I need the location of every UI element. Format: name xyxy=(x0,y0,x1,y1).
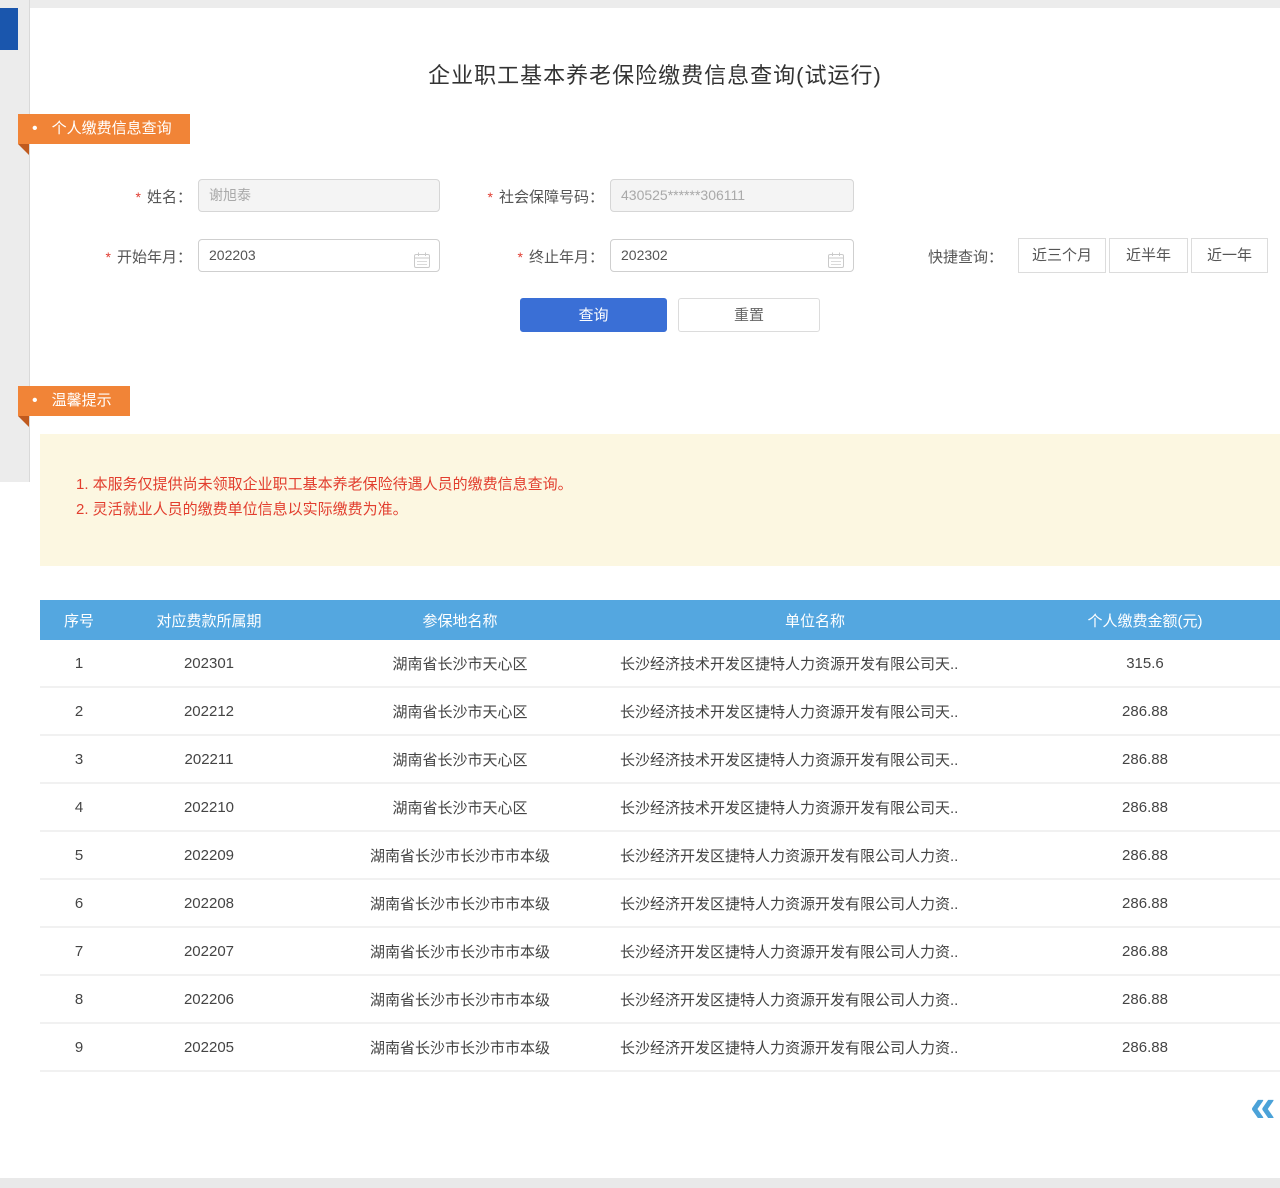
cell-area: 湖南省长沙市长沙市市本级 xyxy=(300,832,620,878)
start-month-label: *开始年月： xyxy=(60,246,192,267)
cell-area: 湖南省长沙市长沙市市本级 xyxy=(300,1024,620,1070)
cell-amount: 286.88 xyxy=(1010,832,1280,878)
cell-amount: 286.88 xyxy=(1010,736,1280,782)
cell-unit: 长沙经济开发区捷特人力资源开发有限公司人力资.. xyxy=(620,880,1010,926)
name-label: *姓名： xyxy=(60,186,192,207)
cell-area: 湖南省长沙市天心区 xyxy=(300,736,620,782)
table-header-row: 序号 对应费款所属期 参保地名称 单位名称 个人缴费金额(元) xyxy=(40,600,1280,640)
tip-line-1: 1. 本服务仅提供尚未领取企业职工基本养老保险待遇人员的缴费信息查询。 xyxy=(76,472,1260,497)
bullet-icon: • xyxy=(32,120,38,137)
cell-area: 湖南省长沙市长沙市市本级 xyxy=(300,976,620,1022)
table-row: 6 202208 湖南省长沙市长沙市市本级 长沙经济开发区捷特人力资源开发有限公… xyxy=(40,880,1280,928)
cell-amount: 286.88 xyxy=(1010,976,1280,1022)
table-row: 9 202205 湖南省长沙市长沙市市本级 长沙经济开发区捷特人力资源开发有限公… xyxy=(40,1024,1280,1072)
cell-unit: 长沙经济开发区捷特人力资源开发有限公司人力资.. xyxy=(620,976,1010,1022)
cell-period: 202207 xyxy=(118,928,300,974)
cell-amount: 286.88 xyxy=(1010,880,1280,926)
bottom-strip xyxy=(0,1178,1280,1188)
tips-box: 1. 本服务仅提供尚未领取企业职工基本养老保险待遇人员的缴费信息查询。 2. 灵… xyxy=(40,434,1280,566)
cell-area: 湖南省长沙市长沙市市本级 xyxy=(300,880,620,926)
cell-unit: 长沙经济技术开发区捷特人力资源开发有限公司天.. xyxy=(620,688,1010,734)
table-row: 5 202209 湖南省长沙市长沙市市本级 长沙经济开发区捷特人力资源开发有限公… xyxy=(40,832,1280,880)
header-period: 对应费款所属期 xyxy=(118,600,300,640)
cell-seq: 9 xyxy=(40,1024,118,1070)
cell-area: 湖南省长沙市天心区 xyxy=(300,784,620,830)
header-unit: 单位名称 xyxy=(620,600,1010,640)
table-row: 4 202210 湖南省长沙市天心区 长沙经济技术开发区捷特人力资源开发有限公司… xyxy=(40,784,1280,832)
required-mark: * xyxy=(518,249,523,265)
header-amount: 个人缴费金额(元) xyxy=(1010,600,1280,640)
cell-period: 202205 xyxy=(118,1024,300,1070)
end-month-input[interactable]: 202302 xyxy=(610,239,854,272)
end-month-label: *终止年月： xyxy=(440,246,604,267)
section-badge-label: 个人缴费信息查询 xyxy=(52,120,172,137)
cell-amount: 286.88 xyxy=(1010,928,1280,974)
table-row: 3 202211 湖南省长沙市天心区 长沙经济技术开发区捷特人力资源开发有限公司… xyxy=(40,736,1280,784)
tip-line-2: 2. 灵活就业人员的缴费单位信息以实际缴费为准。 xyxy=(76,497,1260,522)
quick-query-label: 快捷查询： xyxy=(928,246,1003,267)
calendar-icon[interactable] xyxy=(828,248,844,279)
cell-amount: 286.88 xyxy=(1010,1024,1280,1070)
section-badge-personal-query: • 个人缴费信息查询 xyxy=(18,114,190,144)
cell-seq: 5 xyxy=(40,832,118,878)
top-strip xyxy=(0,0,1280,8)
cell-seq: 4 xyxy=(40,784,118,830)
cell-amount: 286.88 xyxy=(1010,688,1280,734)
table-row: 8 202206 湖南省长沙市长沙市市本级 长沙经济开发区捷特人力资源开发有限公… xyxy=(40,976,1280,1024)
name-input[interactable]: 谢旭泰 xyxy=(198,179,440,212)
required-mark: * xyxy=(136,189,141,205)
ssn-label: *社会保障号码： xyxy=(440,186,604,207)
quick-btn-last-3-months[interactable]: 近三个月 xyxy=(1018,238,1106,273)
cell-seq: 7 xyxy=(40,928,118,974)
cell-period: 202208 xyxy=(118,880,300,926)
reset-button[interactable]: 重置 xyxy=(678,298,820,332)
cell-period: 202206 xyxy=(118,976,300,1022)
cell-unit: 长沙经济技术开发区捷特人力资源开发有限公司天.. xyxy=(620,736,1010,782)
cell-area: 湖南省长沙市长沙市市本级 xyxy=(300,928,620,974)
cell-amount: 286.88 xyxy=(1010,784,1280,830)
table-row: 7 202207 湖南省长沙市长沙市市本级 长沙经济开发区捷特人力资源开发有限公… xyxy=(40,928,1280,976)
section-badge-tips: • 温馨提示 xyxy=(18,386,130,416)
table-row: 1 202301 湖南省长沙市天心区 长沙经济技术开发区捷特人力资源开发有限公司… xyxy=(40,640,1280,688)
cell-seq: 6 xyxy=(40,880,118,926)
header-area: 参保地名称 xyxy=(300,600,620,640)
cell-area: 湖南省长沙市天心区 xyxy=(300,688,620,734)
header-seq: 序号 xyxy=(40,600,118,640)
cell-period: 202209 xyxy=(118,832,300,878)
ssn-input[interactable]: 430525******306111 xyxy=(610,179,854,212)
cell-seq: 1 xyxy=(40,640,118,686)
section-badge-label: 温馨提示 xyxy=(52,392,112,409)
ribbon-fold xyxy=(18,416,29,427)
required-mark: * xyxy=(106,249,111,265)
cell-unit: 长沙经济开发区捷特人力资源开发有限公司人力资.. xyxy=(620,1024,1010,1070)
cell-unit: 长沙经济开发区捷特人力资源开发有限公司人力资.. xyxy=(620,832,1010,878)
start-month-input[interactable]: 202203 xyxy=(198,239,440,272)
results-table: 序号 对应费款所属期 参保地名称 单位名称 个人缴费金额(元) 1 202301… xyxy=(40,600,1280,1072)
cell-seq: 3 xyxy=(40,736,118,782)
ribbon-fold xyxy=(18,144,29,155)
cell-period: 202211 xyxy=(118,736,300,782)
cell-period: 202210 xyxy=(118,784,300,830)
cell-unit: 长沙经济开发区捷特人力资源开发有限公司人力资.. xyxy=(620,928,1010,974)
bullet-icon: • xyxy=(32,392,38,409)
cell-area: 湖南省长沙市天心区 xyxy=(300,640,620,686)
cell-seq: 2 xyxy=(40,688,118,734)
table-row: 2 202212 湖南省长沙市天心区 长沙经济技术开发区捷特人力资源开发有限公司… xyxy=(40,688,1280,736)
calendar-icon[interactable] xyxy=(414,248,430,279)
corner-accent xyxy=(0,8,18,50)
collapse-chevron-icon[interactable]: « xyxy=(1250,1078,1276,1132)
cell-unit: 长沙经济技术开发区捷特人力资源开发有限公司天.. xyxy=(620,640,1010,686)
quick-btn-last-half-year[interactable]: 近半年 xyxy=(1109,238,1188,273)
query-button[interactable]: 查询 xyxy=(520,298,667,332)
required-mark: * xyxy=(488,189,493,205)
cell-unit: 长沙经济技术开发区捷特人力资源开发有限公司天.. xyxy=(620,784,1010,830)
cell-amount: 315.6 xyxy=(1010,640,1280,686)
quick-btn-last-year[interactable]: 近一年 xyxy=(1191,238,1268,273)
cell-seq: 8 xyxy=(40,976,118,1022)
page-title: 企业职工基本养老保险缴费信息查询(试运行) xyxy=(30,58,1280,90)
cell-period: 202212 xyxy=(118,688,300,734)
cell-period: 202301 xyxy=(118,640,300,686)
